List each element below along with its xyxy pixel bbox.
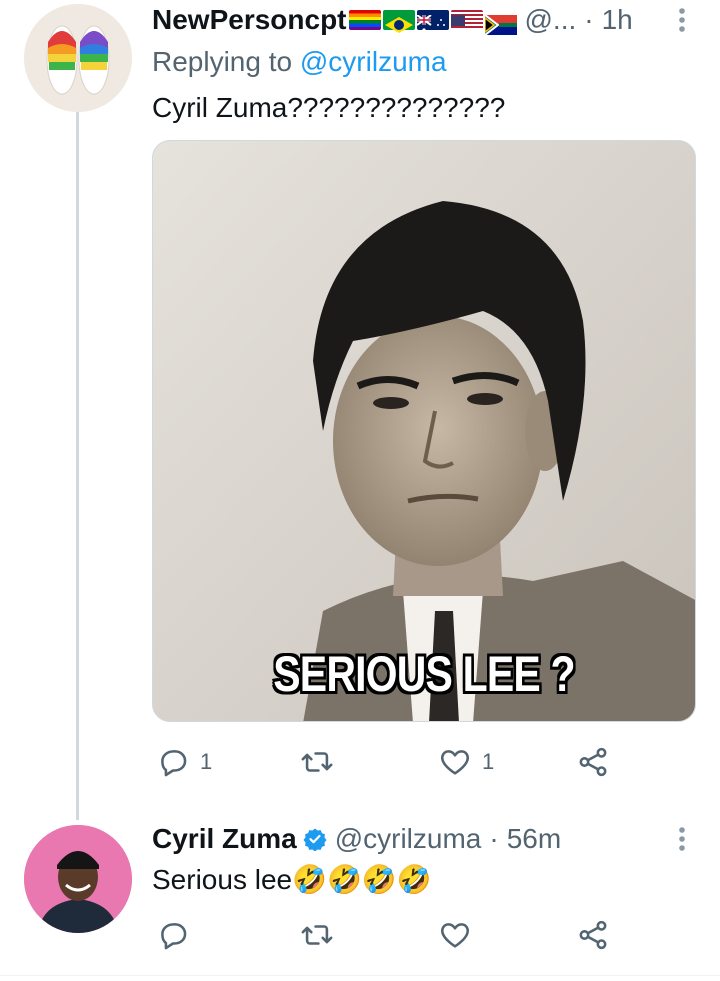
user-handle[interactable]: @cyrilzuma: [335, 823, 482, 855]
tweet-actions: 1 1: [152, 742, 632, 782]
tweet[interactable]: Cyril Zuma @cyrilzuma · 56m Serious lee🤣…: [0, 815, 720, 981]
more-options-button[interactable]: [664, 821, 700, 857]
user-handle[interactable]: @...: [525, 4, 577, 36]
tweet-text: Cyril Zuma??????????????: [152, 92, 506, 123]
meme-caption: SERIOUS LEE ?: [273, 646, 575, 702]
tweet-timestamp[interactable]: 56m: [507, 823, 561, 855]
retweet-icon: [301, 925, 333, 945]
replying-to-line: Replying to @cyrilzuma: [152, 46, 447, 78]
retweet-button[interactable]: [300, 915, 344, 955]
rainbow-flag-icon: [348, 10, 381, 30]
tweet-timestamp[interactable]: 1h: [602, 4, 633, 36]
reply-icon: [161, 923, 187, 950]
reply-button[interactable]: [156, 915, 200, 955]
tweet-header: Cyril Zuma @cyrilzuma · 56m: [152, 819, 700, 859]
retweet-icon: [301, 752, 333, 772]
verified-badge-icon: [303, 828, 327, 851]
like-button[interactable]: [438, 915, 482, 955]
avatar[interactable]: [24, 4, 132, 112]
tweet-actions: [152, 915, 632, 955]
reply-icon: [161, 750, 187, 777]
replying-to-mention-link[interactable]: @cyrilzuma: [300, 46, 447, 77]
separator-dot: ·: [489, 823, 499, 854]
separator-dot: ·: [584, 4, 594, 35]
profile-photo-avatar-image: [24, 825, 132, 933]
heart-icon: [441, 750, 469, 775]
tweet-text: Serious lee🤣🤣🤣🤣: [152, 864, 432, 895]
retweet-button[interactable]: [300, 742, 344, 782]
more-options-button[interactable]: [664, 2, 700, 38]
reply-count: 1: [200, 749, 213, 774]
reply-button[interactable]: 1: [156, 742, 212, 782]
replying-prefix: Replying to: [152, 46, 300, 77]
tweet-header: NewPersoncpt @... · 1h: [152, 0, 700, 40]
vertical-ellipsis-icon: [679, 827, 685, 851]
bottom-divider: [0, 975, 720, 976]
flag-emojis: [348, 10, 517, 36]
share-icon: [579, 747, 607, 777]
sneakers-avatar-image: [24, 4, 132, 112]
like-count: 1: [482, 749, 495, 774]
heart-icon: [441, 923, 469, 948]
brazil-flag-icon: [382, 10, 415, 33]
south-africa-flag-icon: [483, 10, 517, 36]
usa-flag-icon: [450, 10, 483, 30]
display-name[interactable]: NewPersoncpt: [152, 4, 347, 36]
meme-photo-icon: [153, 141, 695, 721]
tweet-media-image[interactable]: SERIOUS LEE ?: [152, 140, 696, 722]
share-button[interactable]: [576, 915, 610, 955]
share-icon: [579, 920, 607, 950]
avatar[interactable]: [24, 825, 132, 933]
display-name[interactable]: Cyril Zuma: [152, 823, 297, 855]
like-button[interactable]: 1: [438, 742, 494, 782]
vertical-ellipsis-icon: [679, 8, 685, 32]
tweet[interactable]: NewPersoncpt @... · 1h Replying to @cyri…: [0, 0, 720, 800]
share-button[interactable]: [576, 742, 610, 782]
australia-flag-icon: [415, 10, 449, 32]
